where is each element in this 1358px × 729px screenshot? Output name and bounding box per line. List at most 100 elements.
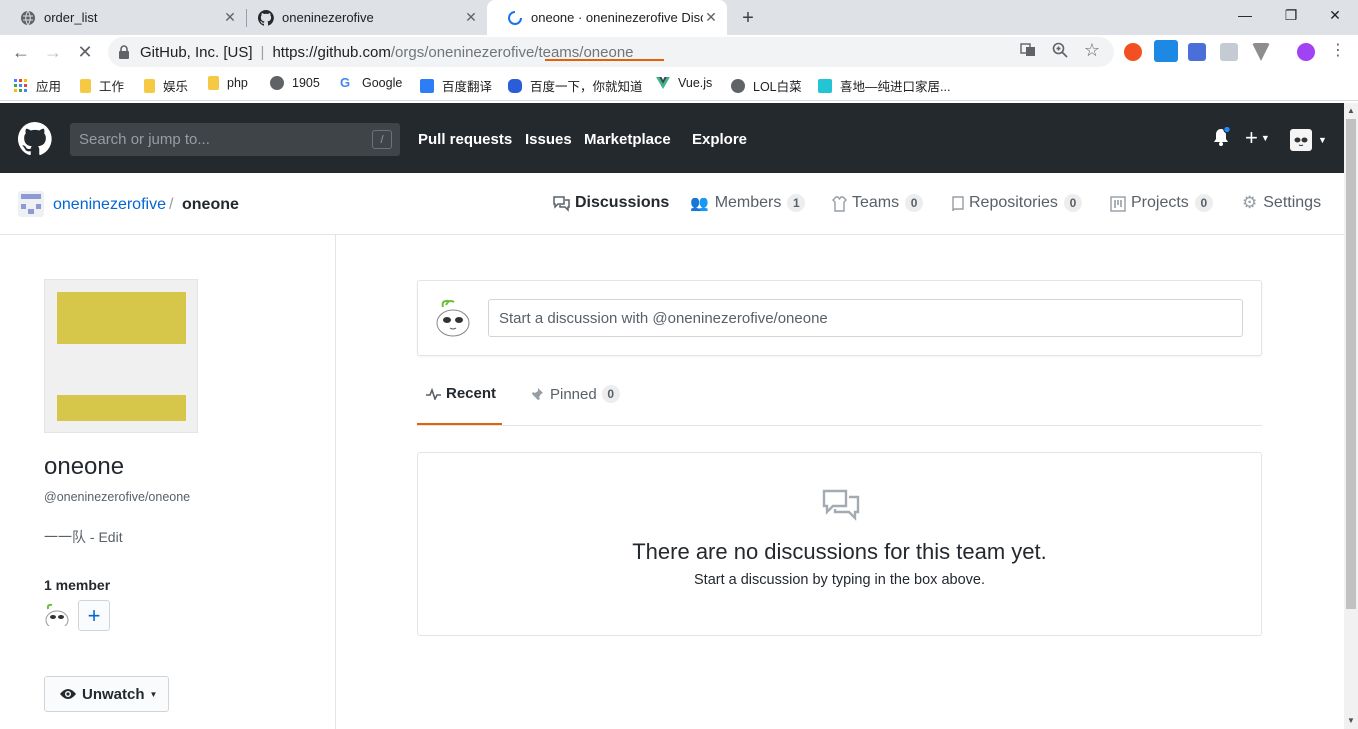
extension-v-icon[interactable] <box>1252 43 1270 61</box>
bookmark-baidu[interactable]: 百度一下，你就知道 <box>508 76 643 95</box>
bookmark-label: 工作 <box>99 80 125 94</box>
scroll-down-arrow[interactable]: ▼ <box>1344 713 1358 727</box>
browser-menu-icon[interactable]: ⋮ <box>1329 41 1347 59</box>
subtabs-divider <box>417 425 1262 426</box>
bookmark-home[interactable]: 喜地—纯进口家居... <box>818 76 950 95</box>
notifications-button[interactable] <box>1212 127 1230 147</box>
globe-icon <box>731 78 745 93</box>
github-header: Search or jump to... / Pull requests Iss… <box>0 103 1344 173</box>
user-menu-button[interactable]: ▼ <box>1290 129 1327 151</box>
bookmark-1905[interactable]: 1905 <box>270 76 320 90</box>
url-host: https://github.com <box>272 43 391 61</box>
bookmark-baidu-translate[interactable]: 百度翻译 <box>420 76 492 95</box>
scroll-thumb[interactable] <box>1346 119 1356 609</box>
teams-counter: 0 <box>905 194 924 212</box>
nav-pull-requests[interactable]: Pull requests <box>418 131 512 148</box>
scroll-up-arrow[interactable]: ▲ <box>1344 103 1358 117</box>
stop-loading-button[interactable]: ✕ <box>72 39 98 65</box>
page-scrollbar[interactable]: ▲ ▼ <box>1344 103 1358 729</box>
close-icon[interactable]: ✕ <box>222 9 238 26</box>
browser-toolbar: ← → ✕ GitHub, Inc. [US] | https://github… <box>0 35 1358 69</box>
bookmark-apps[interactable]: 应用 <box>14 76 61 95</box>
extension-jh-icon[interactable] <box>1188 43 1206 61</box>
edit-description-link[interactable]: Edit <box>98 529 122 545</box>
nav-explore[interactable]: Explore <box>692 131 747 148</box>
extension-infinity-icon[interactable] <box>1124 43 1142 61</box>
bookmark-star-icon[interactable]: ☆ <box>1083 40 1101 60</box>
back-button[interactable]: ← <box>8 39 34 65</box>
tab-settings[interactable]: ⚙ Settings <box>1242 193 1322 234</box>
forward-button[interactable]: → <box>40 39 66 65</box>
subtab-pinned[interactable]: Pinned 0 <box>529 385 620 403</box>
address-bar[interactable]: GitHub, Inc. [US] | https://github.com/o… <box>108 37 1114 67</box>
empty-discussions-blankslate: There are no discussions for this team y… <box>417 452 1262 636</box>
zoom-icon[interactable] <box>1051 41 1069 59</box>
create-new-button[interactable]: + ▼ <box>1245 125 1270 151</box>
team-handle: @oneninezerofive/oneone <box>44 490 191 504</box>
unwatch-button[interactable]: Unwatch ▼ <box>44 676 169 712</box>
breadcrumb-separator: / <box>169 196 174 213</box>
bookmarks-bar: 应用 工作 娱乐 php 1905 G Google 百度翻译 百度一下，你就知… <box>0 69 1358 101</box>
people-icon: 👥 <box>690 195 709 212</box>
bookmark-label: 百度一下，你就知道 <box>530 80 643 94</box>
folder-icon <box>208 76 219 90</box>
close-icon[interactable]: ✕ <box>463 9 479 26</box>
close-icon[interactable]: ✕ <box>703 9 719 26</box>
tab-title: oneone · oneninezerofive Disc <box>531 10 703 25</box>
tab-label: Settings <box>1263 194 1322 211</box>
bookmark-folder-work[interactable]: 工作 <box>80 76 124 95</box>
nav-issues[interactable]: Issues <box>525 131 572 148</box>
browser-tab-order-list[interactable]: order_list ✕ <box>0 0 246 35</box>
minimize-button[interactable]: — <box>1222 0 1268 30</box>
pin-icon <box>530 387 543 402</box>
member-avatar[interactable] <box>44 600 70 626</box>
browser-tab-active[interactable]: oneone · oneninezerofive Disc ✕ <box>487 0 727 35</box>
plus-icon: + <box>1245 125 1258 150</box>
restore-button[interactable]: ❐ <box>1268 0 1314 30</box>
search-shortcut-hint: / <box>372 130 392 149</box>
globe-icon <box>270 76 284 90</box>
bookmark-folder-fun[interactable]: 娱乐 <box>144 76 188 95</box>
profile-avatar-icon[interactable] <box>1297 43 1315 61</box>
tab-discussions[interactable]: Discussions <box>553 194 669 234</box>
caret-down-icon: ▼ <box>1318 135 1327 145</box>
bookmark-label: LOL白菜 <box>753 80 802 94</box>
home-store-icon <box>818 78 832 93</box>
subtab-label: Pinned <box>550 385 597 403</box>
selected-tab-underline <box>545 59 664 61</box>
translate-icon[interactable] <box>1019 41 1037 59</box>
tab-repositories[interactable]: Repositories 0 <box>952 194 1082 234</box>
caret-down-icon: ▼ <box>1260 133 1270 143</box>
search-input[interactable]: Search or jump to... / <box>70 123 400 156</box>
extension-save-icon[interactable] <box>1220 43 1238 61</box>
new-tab-button[interactable]: + <box>736 6 760 30</box>
tab-label: Members <box>714 194 782 211</box>
close-window-button[interactable]: ✕ <box>1312 0 1358 30</box>
comment-discussion-icon <box>553 196 570 212</box>
github-logo-icon[interactable] <box>18 122 52 156</box>
org-avatar[interactable] <box>18 191 44 217</box>
team-sidebar: oneone @oneninezerofive/oneone 一一队 - Edi… <box>0 235 336 729</box>
browser-tab-org[interactable]: oneninezerofive ✕ <box>240 0 487 35</box>
tab-teams[interactable]: Teams 0 <box>832 194 924 234</box>
extension-new-icon[interactable] <box>1154 40 1178 62</box>
bookmark-vue[interactable]: Vue.js <box>656 76 712 90</box>
bookmark-label: Vue.js <box>678 76 713 90</box>
bookmark-folder-php[interactable]: php <box>208 76 248 90</box>
nav-marketplace[interactable]: Marketplace <box>584 131 671 148</box>
tab-projects[interactable]: Projects 0 <box>1110 194 1213 234</box>
tab-members[interactable]: 👥 Members 1 <box>690 194 806 234</box>
tab-title: order_list <box>44 10 98 25</box>
eye-icon <box>60 689 76 699</box>
bookmark-google[interactable]: G Google <box>340 76 402 91</box>
discussion-input[interactable]: Start a discussion with @oneninezerofive… <box>488 299 1243 337</box>
vue-logo-icon <box>656 77 670 89</box>
bookmark-lol[interactable]: LOL白菜 <box>731 76 802 95</box>
search-placeholder: Search or jump to... <box>79 131 210 148</box>
blankslate-subtitle: Start a discussion by typing in the box … <box>694 572 985 588</box>
comment-discussion-icon <box>822 489 860 521</box>
subtab-recent[interactable]: Recent <box>426 385 496 402</box>
add-member-button[interactable]: + <box>78 600 110 631</box>
bell-icon <box>1214 127 1230 146</box>
breadcrumb-org[interactable]: oneninezerofive <box>53 196 166 214</box>
